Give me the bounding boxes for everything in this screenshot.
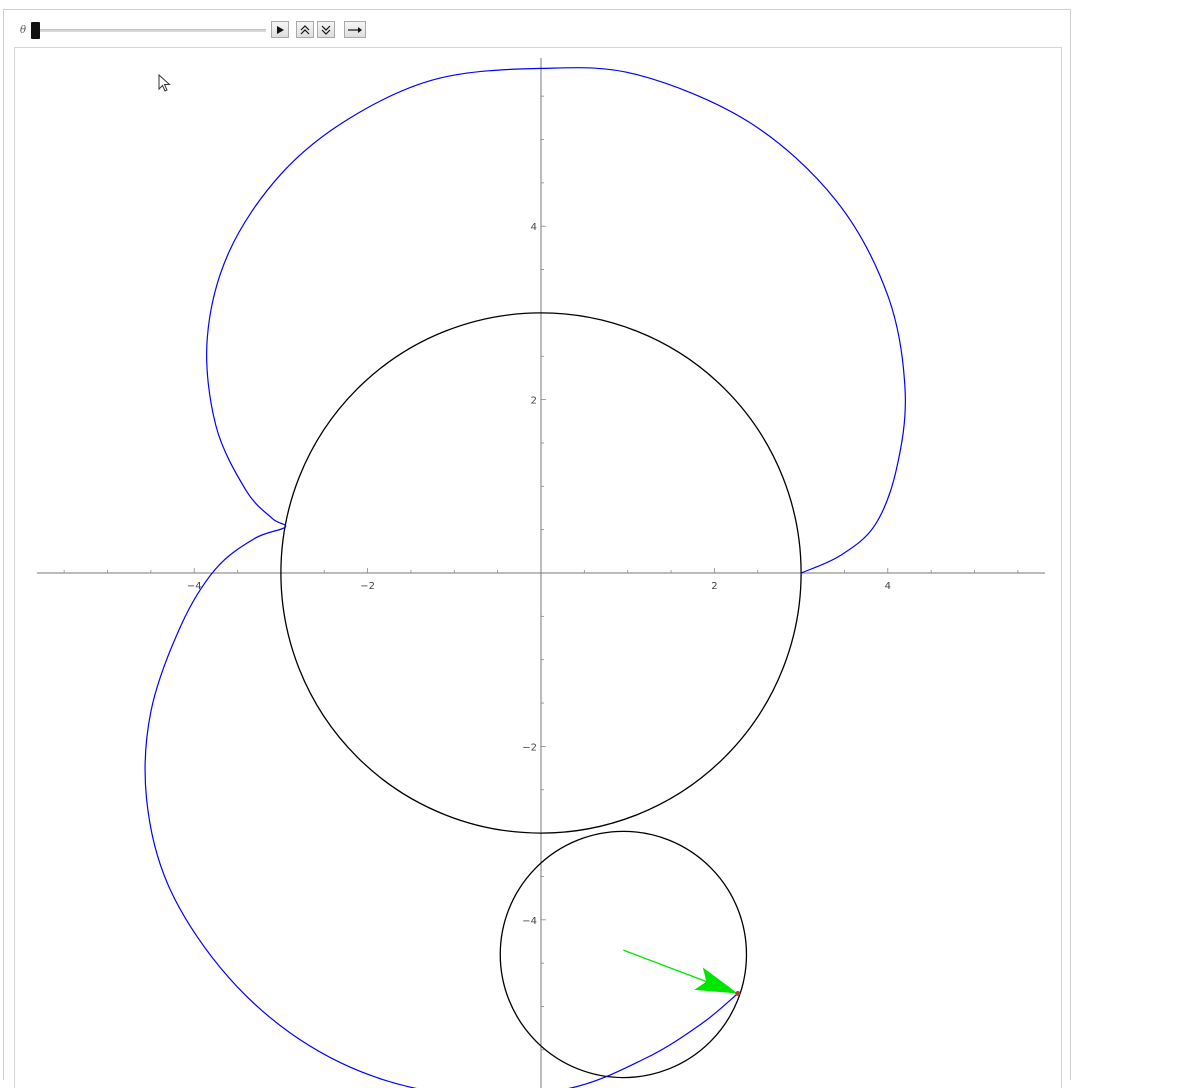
epicycloid-plot: −4 −2 2 442−2−4 bbox=[37, 58, 1045, 1088]
theta-slider-track[interactable] bbox=[32, 29, 266, 32]
play-button[interactable] bbox=[271, 21, 289, 38]
rolling-circle bbox=[499, 830, 748, 1079]
mouse-pointer-icon bbox=[158, 74, 171, 92]
direction-button[interactable] bbox=[344, 21, 366, 38]
manipulate-panel: θ −4 −2 2 4 4 2 −2 −4 bbox=[3, 9, 1071, 1088]
y-tick-label: −2 bbox=[522, 742, 537, 753]
y-tick-label: 2 bbox=[531, 396, 537, 407]
y-tick-label: −4 bbox=[522, 916, 537, 927]
animation-controls: θ bbox=[4, 10, 1070, 48]
slider-label: θ bbox=[20, 25, 27, 36]
tracer-point bbox=[735, 990, 741, 996]
x-tick-label: 2 bbox=[711, 581, 717, 592]
traced-curve bbox=[144, 67, 906, 1088]
curve-layer bbox=[144, 67, 906, 1088]
x-tick-label: −2 bbox=[360, 581, 375, 592]
theta-slider-thumb[interactable] bbox=[31, 22, 40, 39]
double-chevron-down-icon bbox=[321, 25, 331, 35]
axes bbox=[37, 58, 1045, 1088]
y-tick-label: 4 bbox=[531, 222, 537, 233]
faster-button[interactable] bbox=[296, 21, 314, 38]
plot-frame: −4 −2 2 4 4 2 −2 −4 bbox=[14, 47, 1062, 1088]
slower-button[interactable] bbox=[317, 21, 335, 38]
x-tick-label: 4 bbox=[885, 581, 891, 592]
play-icon bbox=[277, 25, 284, 34]
velocity-arrow-head bbox=[694, 967, 738, 994]
arrow-right-icon bbox=[348, 26, 362, 33]
double-chevron-up-icon bbox=[300, 24, 310, 34]
